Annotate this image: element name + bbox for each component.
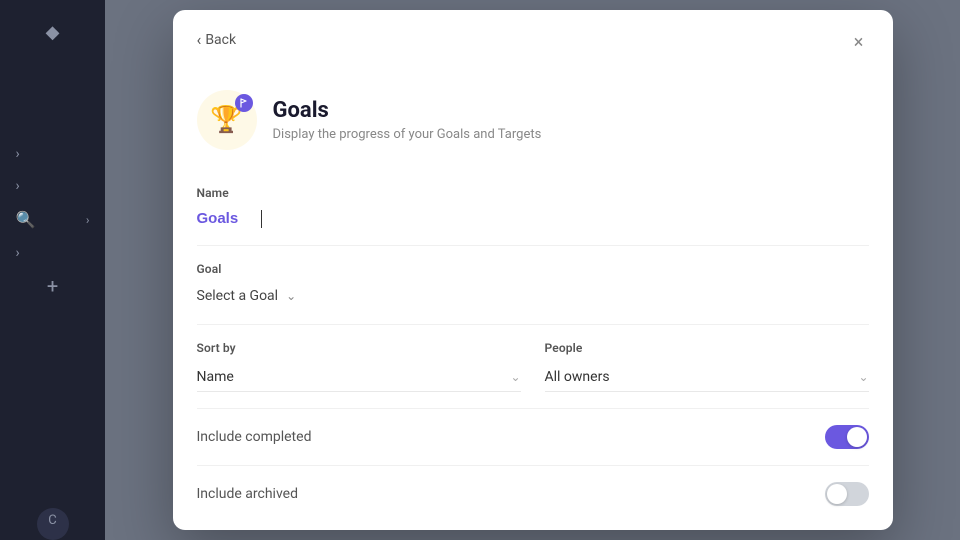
search-icon: 🔍 <box>16 210 36 229</box>
sort-by-col: Sort by Name ⌄ <box>197 341 521 392</box>
close-button[interactable]: × <box>845 28 873 56</box>
sidebar-avatar[interactable]: C <box>37 508 69 540</box>
modal-title: Goals <box>273 98 542 124</box>
people-chevron-icon: ⌄ <box>858 370 868 384</box>
include-archived-toggle[interactable] <box>825 482 869 506</box>
include-completed-label: Include completed <box>197 429 312 445</box>
people-col: People All owners ⌄ <box>545 341 869 392</box>
plus-icon: + <box>47 274 58 298</box>
goal-select-value: Select a Goal <box>197 288 279 304</box>
modal-title-area: 🏆 Goals Display the progress of your Goa… <box>173 90 893 170</box>
back-label: Back <box>205 32 236 48</box>
name-input[interactable] <box>197 208 257 229</box>
back-button[interactable]: ‹ Back <box>197 30 237 49</box>
modal-subtitle: Display the progress of your Goals and T… <box>273 127 542 142</box>
toggle-thumb-completed <box>847 427 867 447</box>
flag-badge <box>235 94 253 112</box>
sort-people-section: Sort by Name ⌄ People All owners ⌄ <box>197 325 869 409</box>
goal-icon-circle: 🏆 <box>197 90 257 150</box>
sidebar-item-3[interactable]: › <box>8 239 98 267</box>
include-completed-row: Include completed <box>197 409 869 466</box>
sidebar-icon-diamond[interactable]: ◆ <box>33 12 73 52</box>
modal-body: Name Goal Select a Goal ⌄ Sort by <box>173 170 893 530</box>
sidebar: ◆ › › 🔍 › › + C <box>0 0 105 540</box>
name-input-row <box>197 208 869 229</box>
sort-value: Name <box>197 369 234 385</box>
modal-top-bar: ‹ Back × <box>173 10 893 58</box>
goal-chevron-icon: ⌄ <box>286 289 296 303</box>
name-label: Name <box>197 186 869 200</box>
text-cursor <box>261 210 262 228</box>
include-archived-label: Include archived <box>197 486 298 502</box>
chevron-left-icon: ‹ <box>197 30 202 49</box>
goal-select[interactable]: Select a Goal ⌄ <box>197 284 297 308</box>
name-section: Name <box>197 170 869 246</box>
goal-section: Goal Select a Goal ⌄ <box>197 246 869 325</box>
chevron-right-icon-4: › <box>16 245 20 261</box>
sidebar-add-button[interactable]: + <box>38 271 68 301</box>
people-select[interactable]: All owners ⌄ <box>545 363 869 392</box>
people-value: All owners <box>545 369 610 385</box>
modal-title-text: Goals Display the progress of your Goals… <box>273 98 542 142</box>
sidebar-search[interactable]: 🔍 › <box>8 204 98 235</box>
close-icon: × <box>854 32 864 53</box>
chevron-right-icon-3: › <box>86 213 90 227</box>
sort-select[interactable]: Name ⌄ <box>197 363 521 392</box>
sort-chevron-icon: ⌄ <box>510 370 520 384</box>
sort-label: Sort by <box>197 341 521 355</box>
sidebar-item-1[interactable]: › <box>8 140 98 168</box>
chevron-right-icon: › <box>16 146 20 162</box>
goal-label: Goal <box>197 262 869 276</box>
modal-box: ‹ Back × 🏆 Goals Display the progress of… <box>173 10 893 530</box>
sidebar-item-2[interactable]: › <box>8 172 98 200</box>
include-archived-row: Include archived <box>197 466 869 522</box>
people-label: People <box>545 341 869 355</box>
include-completed-toggle[interactable] <box>825 425 869 449</box>
toggle-thumb-archived <box>827 484 847 504</box>
modal-overlay: ‹ Back × 🏆 Goals Display the progress of… <box>105 0 960 540</box>
chevron-right-icon-2: › <box>16 178 20 194</box>
